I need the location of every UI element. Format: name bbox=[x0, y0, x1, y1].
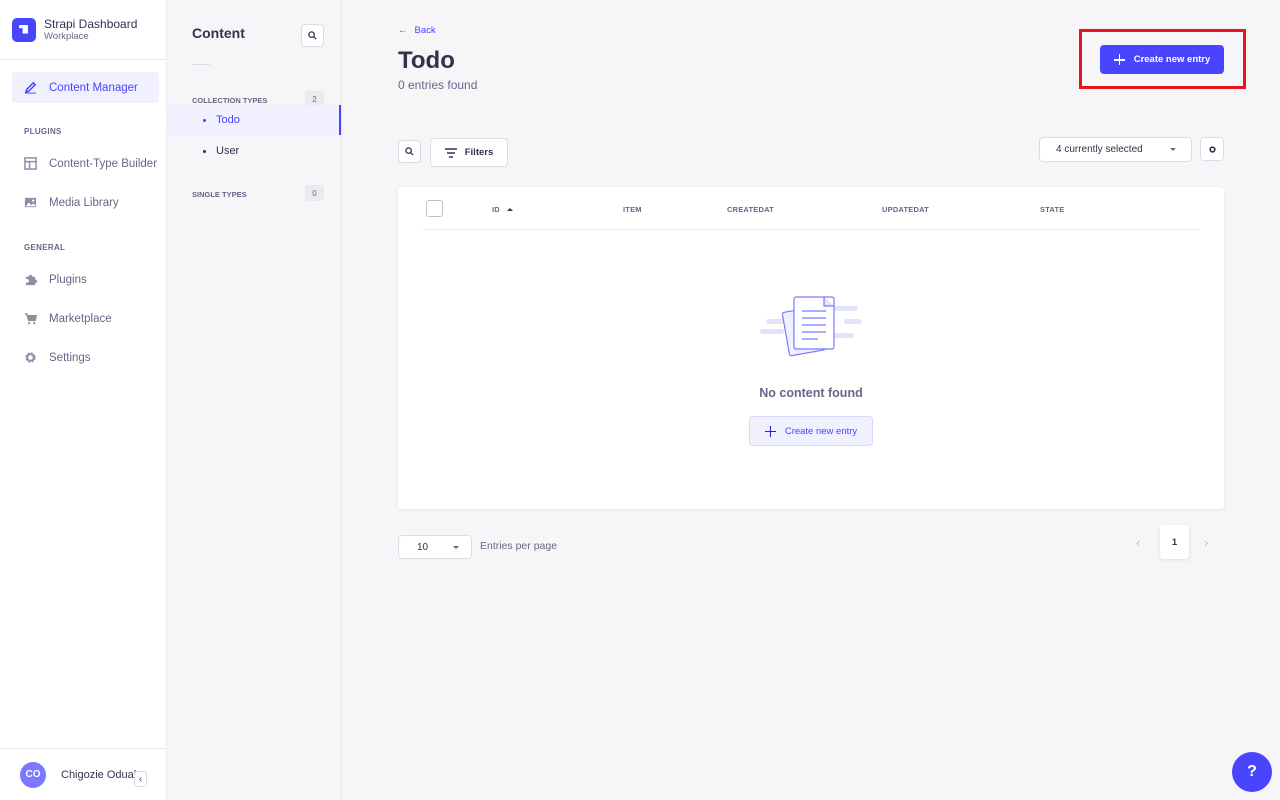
column-header-state[interactable]: STATE bbox=[1040, 205, 1064, 214]
empty-create-entry-button[interactable]: Create new entry bbox=[749, 416, 873, 446]
bullet-icon bbox=[203, 118, 206, 122]
nav-item-plugins[interactable]: Plugins bbox=[12, 264, 159, 295]
column-header-id[interactable]: ID bbox=[492, 205, 513, 214]
page-size-value: 10 bbox=[417, 541, 429, 553]
plus-icon bbox=[1113, 54, 1125, 65]
pen-icon bbox=[24, 81, 37, 94]
strapi-logo-icon bbox=[12, 17, 36, 42]
filter-icon bbox=[444, 147, 457, 158]
subnav-search-button[interactable] bbox=[301, 24, 324, 47]
nav-label: Plugins bbox=[49, 273, 87, 286]
gear-icon bbox=[1208, 145, 1216, 153]
user-profile[interactable]: CO Chigozie Oduah ‹ bbox=[0, 748, 167, 800]
nav-label: Content-Type Builder bbox=[49, 157, 158, 170]
subnav-item-label: Todo bbox=[216, 114, 240, 126]
chevron-down-icon bbox=[453, 546, 459, 549]
brand-title: Strapi Dashboard bbox=[44, 16, 138, 31]
filters-label: Filters bbox=[464, 147, 494, 158]
main-nav: Strapi Dashboard Workplace Content Manag… bbox=[0, 0, 167, 800]
sort-ascending-icon bbox=[506, 208, 513, 211]
puzzle-icon bbox=[24, 273, 37, 286]
empty-documents-icon bbox=[760, 296, 862, 357]
column-header-updatedat[interactable]: UPDATEDAT bbox=[882, 205, 929, 214]
table-header: ID ITEM CREATEDAT UPDATEDAT STATE bbox=[422, 187, 1200, 230]
nav-item-content-manager[interactable]: Content Manager bbox=[12, 72, 159, 103]
help-button[interactable]: ? bbox=[1232, 752, 1272, 792]
entries-count: 0 entries found bbox=[398, 78, 478, 92]
columns-select[interactable]: 4 currently selected bbox=[1039, 137, 1192, 162]
nav-section-general: GENERAL bbox=[24, 243, 66, 252]
content-subnav: Content COLLECTION TYPES 2 Todo User SIN… bbox=[167, 0, 342, 800]
nav-label: Marketplace bbox=[49, 312, 112, 325]
page-1-button[interactable]: 1 bbox=[1160, 525, 1189, 559]
entries-per-page-label: Entries per page bbox=[480, 540, 558, 552]
brand-subtitle: Workplace bbox=[44, 30, 89, 42]
nav-label: Content Manager bbox=[49, 81, 138, 94]
back-link[interactable]: ← Back bbox=[398, 25, 436, 36]
bullet-icon bbox=[203, 149, 206, 153]
entries-table: ID ITEM CREATEDAT UPDATEDAT STATE No con… bbox=[398, 187, 1224, 509]
nav-section-plugins: PLUGINS bbox=[24, 127, 62, 136]
avatar: CO bbox=[20, 761, 46, 788]
nav-item-marketplace[interactable]: Marketplace bbox=[12, 303, 159, 334]
collapse-nav-button[interactable]: ‹ bbox=[134, 771, 147, 787]
column-header-item[interactable]: ITEM bbox=[623, 205, 642, 214]
empty-state-text: No content found bbox=[759, 386, 863, 400]
search-icon bbox=[308, 31, 317, 40]
table-search-button[interactable] bbox=[398, 140, 421, 163]
single-types-label: SINGLE TYPES bbox=[192, 190, 247, 199]
page-title: Todo bbox=[398, 47, 455, 74]
column-label: ID bbox=[492, 205, 500, 214]
chevron-down-icon bbox=[1170, 148, 1176, 151]
nav-item-settings[interactable]: Settings bbox=[12, 342, 159, 373]
arrow-left-icon: ← bbox=[398, 25, 408, 36]
search-icon bbox=[405, 147, 414, 156]
collection-types-label: COLLECTION TYPES bbox=[192, 96, 268, 105]
single-types-count: 0 bbox=[305, 185, 324, 201]
filters-button[interactable]: Filters bbox=[430, 138, 508, 167]
page-size-select[interactable]: 10 bbox=[398, 535, 472, 559]
create-new-entry-button[interactable]: Create new entry bbox=[1100, 45, 1224, 74]
subnav-title: Content bbox=[192, 25, 245, 41]
nav-item-media-library[interactable]: Media Library bbox=[12, 187, 159, 218]
divider bbox=[192, 64, 210, 65]
cart-icon bbox=[24, 312, 37, 325]
plus-icon bbox=[764, 425, 776, 437]
brand[interactable]: Strapi Dashboard Workplace bbox=[0, 0, 166, 60]
columns-select-value: 4 currently selected bbox=[1056, 144, 1143, 155]
next-page-button[interactable]: › bbox=[1204, 535, 1208, 550]
nav-label: Settings bbox=[49, 351, 91, 364]
nav-label: Media Library bbox=[49, 196, 119, 209]
chevron-left-icon: ‹ bbox=[138, 773, 143, 785]
back-label: Back bbox=[414, 25, 436, 36]
nav-item-content-type-builder[interactable]: Content-Type Builder bbox=[12, 148, 159, 179]
subnav-item-label: User bbox=[216, 145, 240, 157]
layout-icon bbox=[24, 157, 37, 170]
create-label: Create new entry bbox=[784, 425, 858, 437]
select-all-checkbox[interactable] bbox=[426, 200, 443, 217]
table-settings-button[interactable] bbox=[1200, 137, 1224, 161]
subnav-item-todo[interactable]: Todo bbox=[167, 105, 341, 135]
column-header-createdat[interactable]: CREATEDAT bbox=[727, 205, 774, 214]
user-name: Chigozie Oduah bbox=[61, 768, 136, 781]
gear-icon bbox=[24, 351, 37, 364]
prev-page-button[interactable]: ‹ bbox=[1136, 535, 1140, 550]
create-label: Create new entry bbox=[1133, 54, 1211, 65]
subnav-item-user[interactable]: User bbox=[167, 136, 341, 166]
image-icon bbox=[24, 196, 37, 209]
